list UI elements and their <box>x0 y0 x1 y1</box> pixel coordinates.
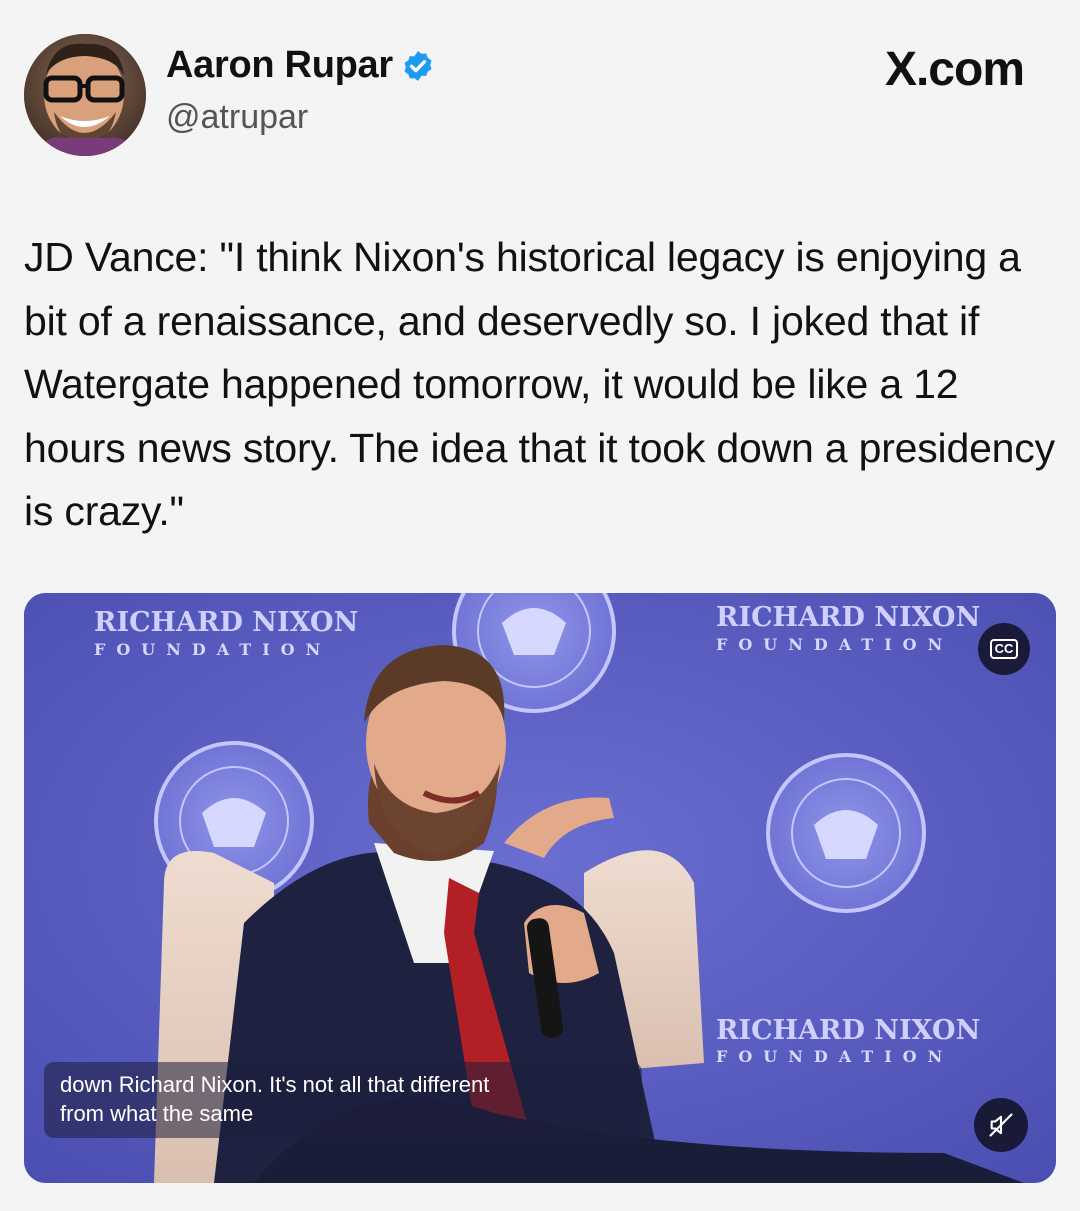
backdrop-logo-subtitle-lower: FOUNDATION <box>716 1047 953 1066</box>
mute-glyph <box>989 1113 1013 1137</box>
cc-label: CC <box>989 639 1019 659</box>
backdrop-logo-title-lower: RICHARD NIXON <box>716 1015 980 1046</box>
presidential-seal-right <box>766 753 926 913</box>
backdrop-logo-subtitle-right: FOUNDATION <box>716 635 953 654</box>
author-handle[interactable]: @atrupar <box>166 98 308 137</box>
video-caption: down Richard Nixon. It's not all that di… <box>44 1062 642 1138</box>
avatar-photo <box>24 34 146 156</box>
verified-badge-icon <box>404 50 432 81</box>
author-avatar[interactable] <box>24 34 146 156</box>
post-text: JD Vance: "I think Nixon's historical le… <box>24 234 1055 534</box>
video-player[interactable]: RICHARD NIXON FOUNDATION RICHARD NIXON F… <box>24 593 1056 1183</box>
backdrop-logo-title: RICHARD NIXON <box>94 607 358 638</box>
closed-captions-icon[interactable]: CC <box>978 623 1030 675</box>
caption-line-1: down Richard Nixon. It's not all that di… <box>60 1072 490 1097</box>
author-name-row: Aaron Rupar <box>166 44 435 87</box>
author-name[interactable]: Aaron Rupar <box>166 44 393 87</box>
caption-line-2: from what the same <box>60 1101 254 1126</box>
backdrop-logo-title-right: RICHARD NIXON <box>716 602 980 633</box>
backdrop-logo-subtitle: FOUNDATION <box>94 640 331 659</box>
muted-speaker-icon[interactable] <box>974 1098 1028 1152</box>
site-label: X.com <box>884 43 1025 96</box>
